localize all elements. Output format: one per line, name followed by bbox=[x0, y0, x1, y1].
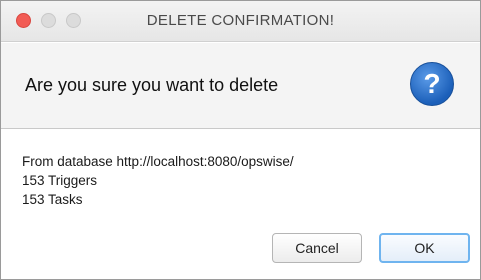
dialog-content: From database http://localhost:8080/opsw… bbox=[22, 152, 294, 209]
confirmation-dialog: DELETE CONFIRMATION! Are you sure you wa… bbox=[0, 0, 481, 280]
cancel-button[interactable]: Cancel bbox=[272, 233, 362, 263]
confirmation-question: Are you sure you want to delete bbox=[25, 75, 279, 95]
question-mark-icon: ? bbox=[410, 62, 454, 106]
database-line: From database http://localhost:8080/opsw… bbox=[22, 154, 294, 169]
title-bar[interactable]: DELETE CONFIRMATION! bbox=[1, 1, 480, 42]
tasks-count-line: 153 Tasks bbox=[22, 192, 83, 207]
dialog-header: Are you sure you want to delete ? bbox=[1, 43, 480, 129]
window-title: DELETE CONFIRMATION! bbox=[146, 12, 335, 29]
ok-button[interactable]: OK bbox=[379, 233, 470, 263]
triggers-count-line: 153 Triggers bbox=[22, 173, 98, 188]
